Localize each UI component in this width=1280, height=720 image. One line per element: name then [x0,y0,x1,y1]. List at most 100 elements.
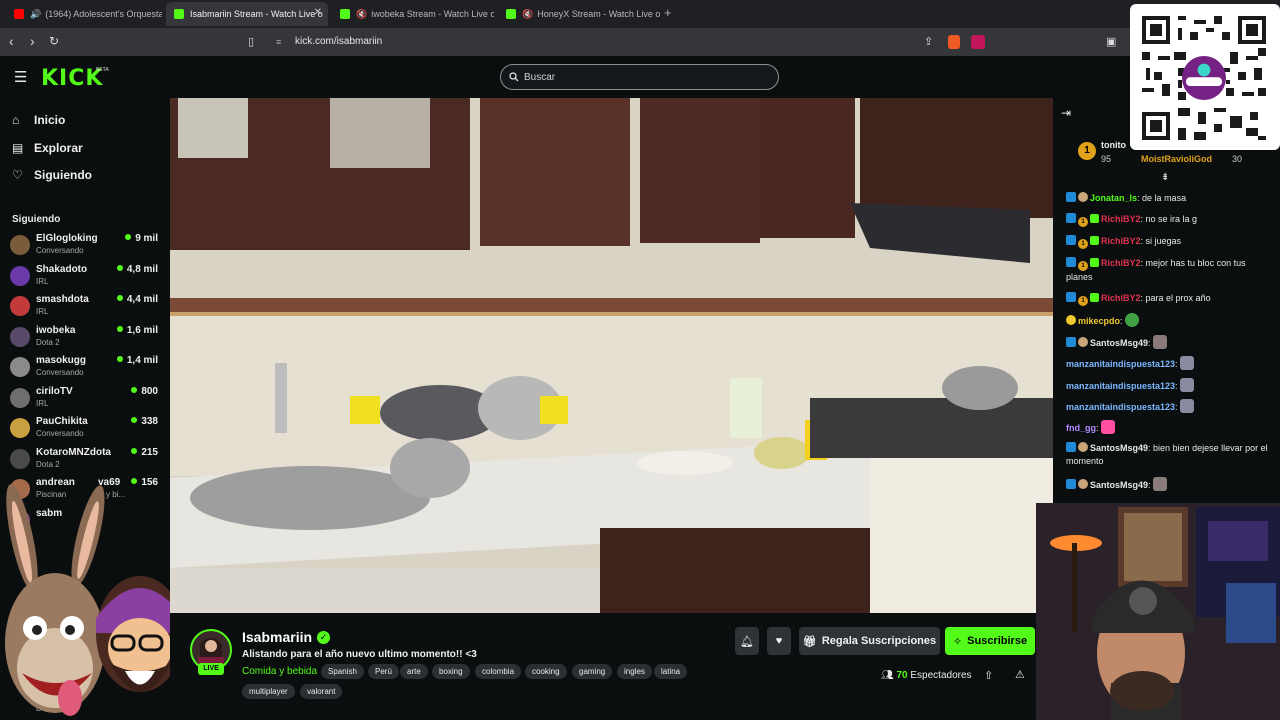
chat-message: 1 RichiBY2: para el prox año [1066,292,1271,306]
close-tab-icon[interactable]: ✕ [314,7,322,18]
followed-channel[interactable]: ciriloTV IRL 800 [10,385,160,411]
back-icon[interactable]: ‹ [9,33,14,49]
tab-honeyx[interactable]: 🔇 HoneyX Stream - Watch Live on [498,2,660,26]
nav-siguiendo[interactable]: ♡ Siguiendo [12,166,92,184]
gift-subscriptions-button[interactable]: 🎁︎ Regala Suscripciones [799,627,940,655]
new-tab-button[interactable]: + [664,5,672,20]
stream-tag[interactable]: cooking [525,664,567,679]
url-field[interactable]: kick.com/isabmariin [295,36,382,47]
leaderboard-name[interactable]: MoistRavioliGod [1141,154,1212,164]
viewer-count: 215 [131,447,158,458]
chat-username[interactable]: mikecpdo [1078,316,1120,326]
avatar [10,235,30,255]
avatar [10,418,30,438]
stream-category[interactable]: Comida y bebida [242,666,317,677]
chat-username[interactable]: SantosMsg49 [1090,480,1148,490]
viewer-counter: 👥︎ 70 Espectadores [881,670,972,681]
sub-badge-icon [1090,236,1099,245]
chat-username[interactable]: Jonatan_ls [1090,193,1137,203]
viewer-count: 338 [131,416,158,427]
chat-username[interactable]: RichiBY2 [1101,236,1141,246]
chat-text: para el prox año [1145,293,1211,303]
stream-tag[interactable]: Perú [368,664,399,679]
followed-channel[interactable]: PauChikita Conversando 338 [10,415,160,441]
rewards-icon[interactable] [971,35,985,49]
chat-username[interactable]: SantosMsg49 [1090,338,1148,348]
expand-leaderboard-icon[interactable]: ⇟ [1161,172,1169,183]
nav-label: Explorar [34,141,83,155]
verified-badge-icon [1066,213,1076,223]
sub-badge-icon [1078,192,1088,202]
search-placeholder: Buscar [524,72,556,83]
report-icon[interactable]: ⚠ [1015,668,1025,681]
collapse-chat-icon[interactable]: ⇥ [1061,106,1071,120]
tab-youtube[interactable]: 🔊 (1964) Adolescent's Orquesta - C [6,2,162,26]
notifications-button[interactable]: 🔔︎ [735,627,759,655]
verified-badge-icon [1066,235,1076,245]
forward-icon[interactable]: › [30,33,35,49]
reload-icon[interactable]: ↻ [49,34,59,48]
tab-iwobeka[interactable]: 🔇 iwobeka Stream - Watch Live on [332,2,494,26]
webcam-overlay [1036,503,1280,720]
subscribe-button-label: Suscribirse [967,635,1028,647]
following-heading: Siguiendo [12,214,61,225]
heart-icon: ♡ [12,168,23,182]
followed-channel[interactable]: smashdota IRL 4,4 mil [10,293,160,319]
chat-username[interactable]: manzanitaindispuesta123 [1066,381,1175,391]
chat-username[interactable]: RichiBY2 [1101,258,1141,268]
follow-button[interactable]: ♥ [767,627,791,655]
kick-logo[interactable]: KICK [41,66,103,91]
chat-text: no se ira la g [1145,214,1198,224]
nav-explorar[interactable]: ▤ Explorar [12,139,83,157]
streamer-webcam-icon [1036,503,1280,720]
stream-tag[interactable]: ingles [617,664,652,679]
share-icon[interactable]: ⇧ [984,669,993,682]
muted-icon: 🔇 [522,8,534,19]
stream-tag[interactable]: latina [654,664,688,679]
stream-tag[interactable]: Spanish [321,664,364,679]
sidebar-toggle-icon[interactable]: ▣ [1106,35,1116,48]
viewer-count: 4,4 mil [117,294,158,305]
followed-channel[interactable]: ElGlogloking Conversando 9 mil [10,232,160,258]
video-player[interactable] [170,98,1053,613]
followed-channel[interactable]: iwobeka Dota 2 1,6 mil [10,324,160,350]
tab-isabmariin[interactable]: Isabmariin Stream - Watch Live o ✕ [166,2,328,26]
followed-channel[interactable]: Shakadoto IRL 4,8 mil [10,263,160,289]
qr-code-overlay [1130,4,1280,150]
followed-channel[interactable]: masokugg Conversando 1,4 mil [10,354,160,380]
chat-username[interactable]: RichiBY2 [1101,214,1141,224]
channel-category: Dota 2 [36,338,60,347]
chat-message: manzanitaindispuesta123: [1066,399,1271,414]
subscribe-button[interactable]: ✧ Suscribirse [945,627,1035,655]
stream-tag[interactable]: gaming [572,664,613,679]
sub-badge-icon [1090,258,1099,267]
leaderboard-name[interactable]: tonito [1101,140,1126,150]
stream-tag[interactable]: colombia [475,664,522,679]
channel-name: KotaroMNZdota [36,447,111,458]
chat-text: de la masa [1142,193,1187,203]
channel-category: Conversando [36,246,84,255]
streamer-name[interactable]: Isabmariin [242,629,312,645]
site-info-icon[interactable]: ≡ [276,37,281,47]
chat-username[interactable]: RichiBY2 [1101,293,1141,303]
chat-message: SantosMsg49: [1066,335,1271,350]
stream-tag[interactable]: multiplayer [242,684,295,699]
chat-username[interactable]: manzanitaindispuesta123 [1066,359,1175,369]
share-icon[interactable]: ⇪ [924,35,933,48]
stream-tag[interactable]: valorant [300,684,343,699]
chat-username[interactable]: fnd_gg [1066,423,1096,433]
sub-badge-icon [1090,214,1099,223]
stream-tag[interactable]: arte [400,664,428,679]
chat-message: manzanitaindispuesta123: [1066,378,1271,393]
nav-inicio[interactable]: ⌂ Inicio [12,111,65,129]
browser-tab-bar: 🔊 (1964) Adolescent's Orquesta - C Isabm… [0,0,1280,28]
chat-username[interactable]: manzanitaindispuesta123 [1066,402,1175,412]
menu-icon[interactable]: ☰ [14,68,27,86]
channel-name: PauChikita [36,416,88,427]
bookmark-icon[interactable]: ▯ [248,35,254,48]
brave-shield-icon[interactable] [948,35,960,49]
chat-username[interactable]: SantosMsg49 [1090,443,1148,453]
search-input[interactable]: Buscar [500,64,779,90]
sub-badge-icon [1078,479,1088,489]
stream-tag[interactable]: boxing [432,664,470,679]
